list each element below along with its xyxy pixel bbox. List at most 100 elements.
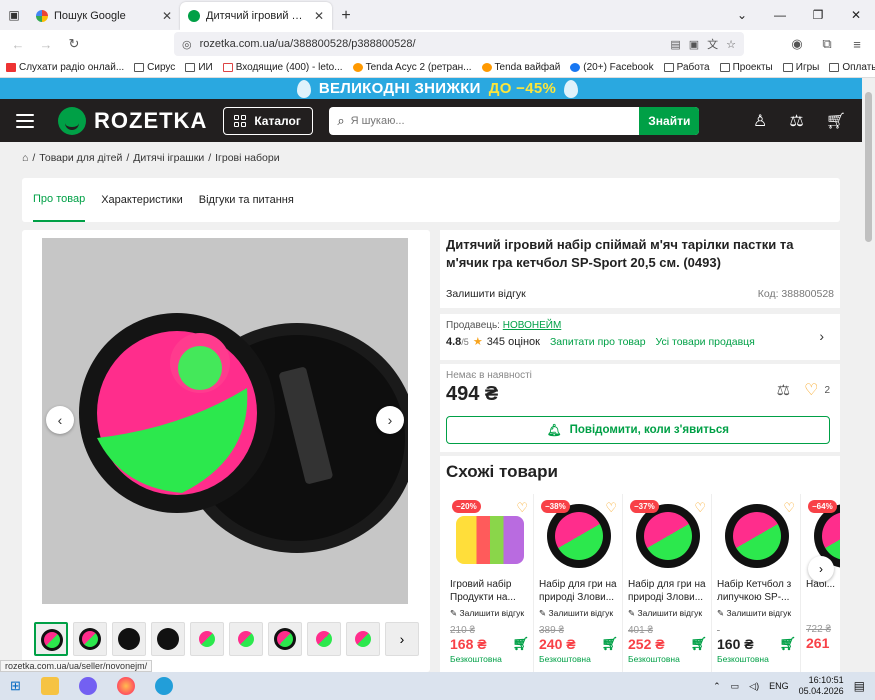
- thumbnail[interactable]: [307, 622, 341, 656]
- seller-link[interactable]: НОВОНЕЙМ: [503, 320, 562, 331]
- wishlist-heart-icon[interactable]: ♡: [605, 500, 617, 516]
- bookmark-item[interactable]: Проекты: [719, 62, 773, 73]
- scrollbar-thumb[interactable]: [865, 92, 872, 242]
- similar-product-image[interactable]: −37% ♡: [628, 498, 708, 574]
- product-main-image[interactable]: ‹ ›: [42, 238, 408, 604]
- catalog-button[interactable]: Каталог: [223, 106, 314, 135]
- search-input[interactable]: [350, 114, 640, 127]
- leave-review-link[interactable]: ✎ Залишити відгук: [628, 608, 707, 619]
- gallery-prev-icon[interactable]: ‹: [46, 406, 74, 434]
- back-icon[interactable]: ←: [6, 32, 30, 56]
- similar-product-name[interactable]: Набір для гри на природі Злови...: [539, 578, 618, 604]
- gallery-next-icon[interactable]: ›: [376, 406, 404, 434]
- similar-next-icon[interactable]: ›: [808, 556, 834, 582]
- breadcrumb-link[interactable]: Ігрові набори: [215, 152, 279, 164]
- close-tab-icon[interactable]: ✕: [314, 9, 324, 23]
- similar-product-name[interactable]: Набір для гри на природі Злови...: [628, 578, 707, 604]
- translate-icon[interactable]: 文: [707, 36, 718, 52]
- thumbnails-next-icon[interactable]: ›: [385, 622, 419, 656]
- input-language[interactable]: ENG: [769, 681, 789, 691]
- bookmark-item[interactable]: (20+) Facebook: [570, 62, 654, 73]
- ask-seller-link[interactable]: Запитати про товар: [550, 336, 646, 348]
- tab-about[interactable]: Про товар: [33, 178, 86, 222]
- tab-overflow-icon[interactable]: ⌄: [723, 0, 761, 30]
- wishlist-heart-icon[interactable]: ♡: [783, 500, 795, 516]
- similar-product-card[interactable]: ♡ Набір Кетчбол з липучкою SP-... ✎ Залиши…: [713, 494, 801, 672]
- thumbnail[interactable]: [268, 622, 302, 656]
- wishlist-heart-icon[interactable]: ♡: [804, 380, 818, 400]
- site-logo[interactable]: ROZETKA: [58, 106, 207, 135]
- browser-tab-rozetka[interactable]: Дитячий ігровий набір спіймай ✕: [180, 2, 332, 30]
- site-info-icon[interactable]: ◎: [182, 38, 192, 51]
- file-explorer-icon[interactable]: [40, 677, 59, 695]
- new-tab-button[interactable]: +: [332, 2, 360, 30]
- volume-icon[interactable]: ◁): [749, 681, 759, 692]
- windows-start-icon[interactable]: ⊞: [10, 678, 21, 694]
- search-button[interactable]: Знайти: [639, 106, 700, 135]
- tab-reviews[interactable]: Відгуки та питання: [199, 178, 294, 222]
- close-window-icon[interactable]: ✕: [837, 0, 875, 30]
- add-to-cart-icon[interactable]: 🛒︎: [690, 636, 707, 652]
- leave-review-link[interactable]: ✎ Залишити відгук: [539, 608, 618, 619]
- similar-product-name[interactable]: Ігровий набір Продукти на...: [450, 578, 529, 604]
- thumbnail[interactable]: [229, 622, 263, 656]
- bookmark-item[interactable]: Tenda вайфай: [481, 62, 560, 73]
- compare-icon[interactable]: ⚖: [789, 111, 803, 131]
- bookmark-item[interactable]: Слухати радіо онлай...: [6, 62, 124, 73]
- breadcrumb-link[interactable]: Товари для дітей: [39, 152, 122, 164]
- tray-expand-icon[interactable]: ⌃: [713, 681, 721, 692]
- similar-product-name[interactable]: Набір Кетчбол з липучкою SP-...: [717, 578, 796, 604]
- wishlist-heart-icon[interactable]: ♡: [694, 500, 706, 516]
- restore-icon[interactable]: ❐: [799, 0, 837, 30]
- screenshot-icon[interactable]: ▣: [689, 38, 699, 51]
- similar-product-card[interactable]: −38% ♡ Набір для гри на природі Злови... ✎ …: [535, 494, 623, 672]
- leave-review-link[interactable]: Залишити відгук: [446, 288, 526, 300]
- similar-product-image[interactable]: −20% ♡: [450, 498, 530, 574]
- thumbnail[interactable]: [190, 622, 224, 656]
- reload-icon[interactable]: ↻: [62, 32, 86, 56]
- clock[interactable]: 16:10:51 05.04.2026: [799, 675, 844, 697]
- thumbnail[interactable]: [151, 622, 185, 656]
- user-icon[interactable]: ♙: [753, 111, 767, 131]
- home-icon[interactable]: ⌂: [22, 152, 28, 164]
- thumbnail[interactable]: [73, 622, 107, 656]
- tab-list-icon[interactable]: ▣: [0, 0, 28, 30]
- leave-review-link[interactable]: ✎ Залишити відгук: [450, 608, 529, 619]
- breadcrumb-link[interactable]: Дитячі іграшки: [133, 152, 204, 164]
- similar-product-card[interactable]: −20% ♡ Ігровий набір Продукти на... ✎ Залиш…: [446, 494, 534, 672]
- bookmark-item[interactable]: Сирус: [134, 62, 175, 73]
- minimize-icon[interactable]: —: [761, 0, 799, 30]
- viber-icon[interactable]: [78, 677, 97, 695]
- wishlist-heart-icon[interactable]: ♡: [516, 500, 528, 516]
- menu-icon[interactable]: ≡: [845, 32, 869, 56]
- add-to-cart-icon[interactable]: 🛒︎: [601, 636, 618, 652]
- similar-product-card[interactable]: −37% ♡ Набір для гри на природі Злови... ✎ …: [624, 494, 712, 672]
- extensions-icon[interactable]: ⧉: [815, 32, 839, 56]
- promo-banner[interactable]: ВЕЛИКОДНІ ЗНИЖКИ ДО −45%: [0, 78, 875, 99]
- thumbnail[interactable]: [346, 622, 380, 656]
- forward-icon[interactable]: →: [34, 32, 58, 56]
- bookmark-item[interactable]: Входящие (400) - leto...: [222, 62, 343, 73]
- address-bar[interactable]: ◎ rozetka.com.ua/ua/388800528/p388800528…: [174, 32, 744, 56]
- bookmark-star-icon[interactable]: ☆: [726, 38, 736, 51]
- bookmark-item[interactable]: ИИ: [185, 62, 213, 73]
- thumbnail[interactable]: [34, 622, 68, 656]
- bookmark-item[interactable]: Работа: [663, 62, 710, 73]
- bookmark-item[interactable]: Игры: [782, 62, 819, 73]
- similar-product-image[interactable]: −38% ♡: [539, 498, 619, 574]
- thumbnail[interactable]: [112, 622, 146, 656]
- close-tab-icon[interactable]: ✕: [162, 9, 172, 23]
- similar-product-image[interactable]: ♡: [717, 498, 797, 574]
- compare-icon[interactable]: ⚖: [777, 381, 790, 399]
- page-scrollbar[interactable]: [862, 78, 875, 672]
- account-icon[interactable]: ◉: [785, 32, 809, 56]
- all-seller-products-link[interactable]: Усі товари продавця: [656, 336, 755, 348]
- add-to-cart-icon[interactable]: 🛒︎: [512, 636, 529, 652]
- bookmark-item[interactable]: Tenda Acyc 2 (ретран...: [352, 62, 472, 73]
- add-to-cart-icon[interactable]: 🛒︎: [779, 636, 796, 652]
- telegram-icon[interactable]: [154, 677, 173, 695]
- similar-product-name[interactable]: Набі...: [806, 578, 840, 604]
- tab-specs[interactable]: Характеристики: [101, 178, 183, 222]
- leave-review-link[interactable]: ✎ Залишити відгук: [717, 608, 796, 619]
- bookmark-item[interactable]: Оплаты: [829, 62, 875, 73]
